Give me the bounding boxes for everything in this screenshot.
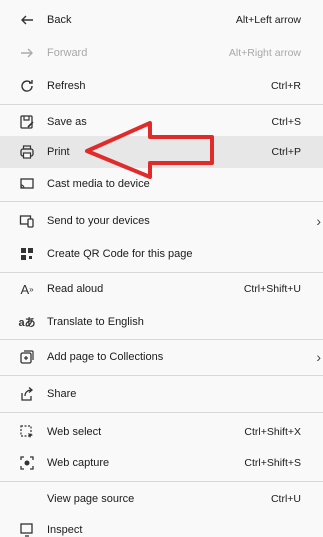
menu-item-shortcut: Ctrl+S bbox=[271, 116, 301, 128]
menu-item-read-aloud[interactable]: A» Read aloud Ctrl+Shift+U bbox=[0, 273, 323, 305]
menu-separator bbox=[0, 481, 323, 482]
cast-icon bbox=[18, 175, 36, 193]
share-icon bbox=[18, 385, 36, 403]
chevron-right-icon: › bbox=[316, 213, 321, 229]
menu-separator bbox=[0, 339, 323, 340]
menu-separator bbox=[0, 412, 323, 413]
menu-item-label: Inspect bbox=[47, 524, 83, 536]
browser-context-menu: Back Alt+Left arrow Forward Alt+Right ar… bbox=[0, 0, 323, 537]
menu-item-label: Save as bbox=[47, 116, 87, 128]
menu-item-collections[interactable]: Add page to Collections › bbox=[0, 341, 323, 373]
save-as-icon bbox=[18, 113, 36, 131]
menu-item-label: Share bbox=[47, 388, 77, 400]
menu-item-label: Web select bbox=[47, 426, 102, 438]
inspect-icon bbox=[18, 521, 36, 537]
menu-item-shortcut: Ctrl+U bbox=[270, 493, 301, 505]
menu-item-label: Read aloud bbox=[47, 283, 104, 295]
menu-item-label: View page source bbox=[47, 493, 135, 505]
menu-item-label: Send to your devices bbox=[47, 215, 150, 227]
menu-item-label: Print bbox=[47, 146, 70, 158]
menu-item-shortcut: Alt+Right arrow bbox=[228, 47, 301, 59]
collections-icon bbox=[18, 348, 36, 366]
menu-item-label: Create QR Code for this page bbox=[47, 248, 193, 260]
menu-item-forward[interactable]: Forward Alt+Right arrow bbox=[0, 37, 323, 69]
menu-item-qr-code[interactable]: Create QR Code for this page bbox=[0, 238, 323, 270]
menu-item-label: Cast media to device bbox=[47, 178, 150, 190]
menu-item-shortcut: Ctrl+P bbox=[271, 146, 301, 158]
menu-item-shortcut: Ctrl+Shift+X bbox=[244, 426, 301, 438]
menu-item-send-to-devices[interactable]: Send to your devices › bbox=[0, 205, 323, 237]
refresh-icon bbox=[18, 77, 36, 95]
menu-item-label: Back bbox=[47, 14, 72, 26]
menu-item-inspect[interactable]: Inspect bbox=[0, 514, 323, 537]
menu-item-label: Translate to English bbox=[47, 316, 144, 328]
menu-item-shortcut: Alt+Left arrow bbox=[235, 14, 301, 26]
qr-code-icon bbox=[18, 245, 36, 263]
menu-item-shortcut: Ctrl+Shift+S bbox=[244, 457, 301, 469]
menu-separator bbox=[0, 201, 323, 202]
printer-icon bbox=[18, 143, 36, 161]
menu-item-view-source[interactable]: View page source Ctrl+U bbox=[0, 483, 323, 515]
menu-item-label: Forward bbox=[47, 47, 88, 59]
menu-item-back[interactable]: Back Alt+Left arrow bbox=[0, 4, 323, 36]
menu-item-label: Web capture bbox=[47, 457, 110, 469]
menu-item-web-select[interactable]: Web select Ctrl+Shift+X bbox=[0, 416, 323, 448]
menu-item-refresh[interactable]: Refresh Ctrl+R bbox=[0, 70, 323, 102]
web-select-icon bbox=[18, 423, 36, 441]
menu-item-shortcut: Ctrl+Shift+U bbox=[243, 283, 301, 295]
menu-item-label: Add page to Collections bbox=[47, 351, 164, 363]
back-arrow-icon bbox=[18, 11, 36, 29]
send-to-devices-icon bbox=[18, 212, 36, 230]
menu-item-save-as[interactable]: Save as Ctrl+S bbox=[0, 106, 323, 138]
menu-item-web-capture[interactable]: Web capture Ctrl+Shift+S bbox=[0, 447, 323, 479]
menu-separator bbox=[0, 104, 323, 105]
chevron-right-icon: › bbox=[316, 349, 321, 365]
menu-item-cast[interactable]: Cast media to device bbox=[0, 168, 323, 200]
menu-item-print[interactable]: Print Ctrl+P bbox=[0, 136, 323, 168]
menu-item-label: Refresh bbox=[47, 80, 86, 92]
menu-item-translate[interactable]: aあ Translate to English bbox=[0, 306, 323, 338]
menu-item-shortcut: Ctrl+R bbox=[270, 80, 301, 92]
web-capture-icon bbox=[18, 454, 36, 472]
menu-item-share[interactable]: Share bbox=[0, 378, 323, 410]
read-aloud-icon: A» bbox=[20, 281, 34, 297]
translate-icon: aあ bbox=[18, 317, 36, 329]
menu-separator bbox=[0, 375, 323, 376]
forward-arrow-icon bbox=[18, 44, 36, 62]
